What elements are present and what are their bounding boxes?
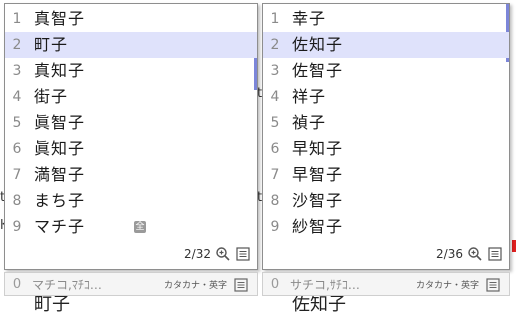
candidate-item[interactable]: 5 眞智子 — [5, 110, 257, 136]
candidate-number: 5 — [270, 115, 280, 131]
candidate-word: 眞智子 — [34, 113, 86, 132]
candidate-number: 9 — [270, 219, 280, 235]
candidate-number: 0 — [270, 276, 280, 292]
candidate-word: 禎子 — [292, 113, 327, 132]
background-red-mark — [512, 240, 516, 252]
candidate-number: 2 — [12, 37, 22, 53]
candidate-number: 0 — [12, 276, 22, 292]
candidate-word: 真知子 — [34, 61, 86, 80]
candidate-word: 紗智子 — [292, 217, 344, 236]
page-counter: 2/36 — [436, 247, 463, 261]
candidate-word: 幸子 — [292, 9, 327, 28]
candidate-item[interactable]: 9 マチ子 全 — [5, 214, 257, 240]
candidate-item[interactable]: 5 禎子 — [263, 110, 509, 136]
zoom-in-icon[interactable] — [215, 246, 231, 262]
candidate-list: 1 真智子 2 町子 3 真知子 4 街子 5 眞智子 6 眞知子 7 満智子 8 まち子 9マ… — [5, 6, 257, 240]
page-counter: 2/32 — [184, 247, 211, 261]
list-view-icon[interactable] — [235, 246, 251, 262]
candidate-word: 眞知子 — [34, 139, 86, 158]
candidate-number: 1 — [270, 11, 280, 27]
candidate-word: 早智子 — [292, 165, 344, 184]
candidate-item[interactable]: 6 早知子 — [263, 136, 509, 162]
candidate-word: サチコ,ｻﾁｺ… — [290, 277, 360, 292]
bottom-candidate-row[interactable]: 0 マチコ,ﾏﾁｺ… カタカナ・英字 — [4, 272, 258, 296]
candidate-word: 沙智子 — [292, 191, 344, 210]
list-view-icon[interactable] — [233, 277, 249, 293]
candidate-number: 8 — [270, 193, 280, 209]
candidate-number: 8 — [12, 193, 22, 209]
candidate-item[interactable]: 7 早智子 — [263, 162, 509, 188]
candidate-number: 7 — [270, 167, 280, 183]
candidate-item[interactable]: 3 真知子 — [5, 58, 257, 84]
bottom-candidate-row[interactable]: 0 サチコ,ｻﾁｺ… カタカナ・英字 — [262, 272, 510, 296]
candidate-word: 佐知子 — [292, 35, 344, 54]
candidate-word: 満智子 — [34, 165, 86, 184]
conversion-type-label: カタカナ・英字 — [415, 280, 479, 291]
candidate-word: 祥子 — [292, 87, 327, 106]
candidate-item[interactable]: 6 眞知子 — [5, 136, 257, 162]
candidate-number: 4 — [12, 89, 22, 105]
candidate-word: 佐智子 — [292, 61, 344, 80]
candidate-footer: 2/32 — [184, 245, 251, 263]
candidate-window-left: 1 真智子 2 町子 3 真知子 4 街子 5 眞智子 6 眞知子 7 満智子 8 まち子 9マ… — [4, 3, 258, 270]
conversion-type-label: カタカナ・英字 — [163, 280, 227, 291]
candidate-word: 早知子 — [292, 139, 344, 158]
candidate-number: 1 — [12, 11, 22, 27]
candidate-item[interactable]: 9 紗智子 — [263, 214, 509, 240]
candidate-number: 3 — [270, 63, 280, 79]
candidate-word: 街子 — [34, 87, 69, 106]
candidate-word: 真智子 — [34, 9, 86, 28]
candidate-item[interactable]: 7 満智子 — [5, 162, 257, 188]
candidate-word: まち子 — [34, 191, 86, 210]
candidate-item[interactable]: 1 真智子 — [5, 6, 257, 32]
candidate-list: 1 幸子 2 佐知子 3 佐智子 4 祥子 5 禎子 6 早知子 7 早智子 8 沙智子 9 紗智… — [263, 6, 509, 240]
candidate-item[interactable]: 1 幸子 — [263, 6, 509, 32]
candidate-number: 3 — [12, 63, 22, 79]
candidate-item[interactable]: 4 街子 — [5, 84, 257, 110]
candidate-word: マチコ,ﾏﾁｺ… — [32, 277, 102, 292]
candidate-item[interactable]: 8 沙智子 — [263, 188, 509, 214]
candidate-number: 9 — [12, 219, 22, 235]
candidate-item[interactable]: 3 佐智子 — [263, 58, 509, 84]
candidate-word: マチ子 — [34, 217, 86, 236]
list-view-icon[interactable] — [485, 277, 501, 293]
candidate-item[interactable]: 4 祥子 — [263, 84, 509, 110]
candidate-item-selected[interactable]: 2 佐知子 — [263, 32, 509, 58]
candidate-number: 5 — [12, 115, 22, 131]
candidate-number: 2 — [270, 37, 280, 53]
candidate-number: 4 — [270, 89, 280, 105]
candidate-number: 7 — [12, 167, 22, 183]
candidate-footer: 2/36 — [436, 245, 503, 263]
zoom-in-icon[interactable] — [467, 246, 483, 262]
candidate-word: 町子 — [34, 35, 69, 54]
list-view-icon[interactable] — [487, 246, 503, 262]
candidate-window-right: 1 幸子 2 佐知子 3 佐智子 4 祥子 5 禎子 6 早知子 7 早智子 8 沙智子 9 紗智… — [262, 3, 510, 270]
candidate-item[interactable]: 8 まち子 — [5, 188, 257, 214]
fullwidth-badge: 全 — [134, 221, 146, 233]
candidate-number: 6 — [270, 141, 280, 157]
candidate-item-selected[interactable]: 2 町子 — [5, 32, 257, 58]
candidate-number: 6 — [12, 141, 22, 157]
